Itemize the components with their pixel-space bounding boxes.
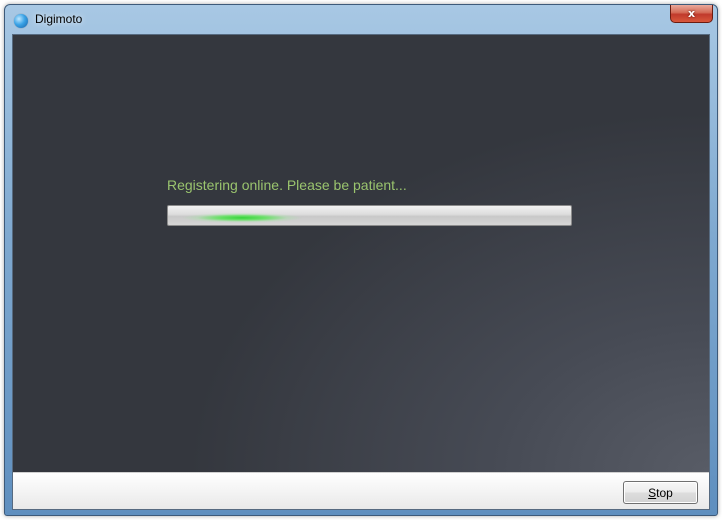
client-area: Registering online. Please be patient...… [12,34,710,510]
content-panel: Registering online. Please be patient... [13,35,709,472]
progress-bar [167,205,572,226]
globe-icon [14,14,28,28]
window-title: Digimoto [35,12,83,26]
dialog-window: Digimoto x Registering online. Please be… [4,4,718,516]
stop-button[interactable]: Stop [623,481,698,504]
stop-mnemonic: S [648,485,657,500]
stop-label: top [656,485,673,500]
button-bar: Stop [13,472,709,509]
title-bar[interactable]: Digimoto x [5,5,717,33]
close-icon: x [687,7,696,20]
close-button[interactable]: x [670,5,713,23]
status-message: Registering online. Please be patient... [167,177,407,193]
progress-indicator [182,210,302,223]
